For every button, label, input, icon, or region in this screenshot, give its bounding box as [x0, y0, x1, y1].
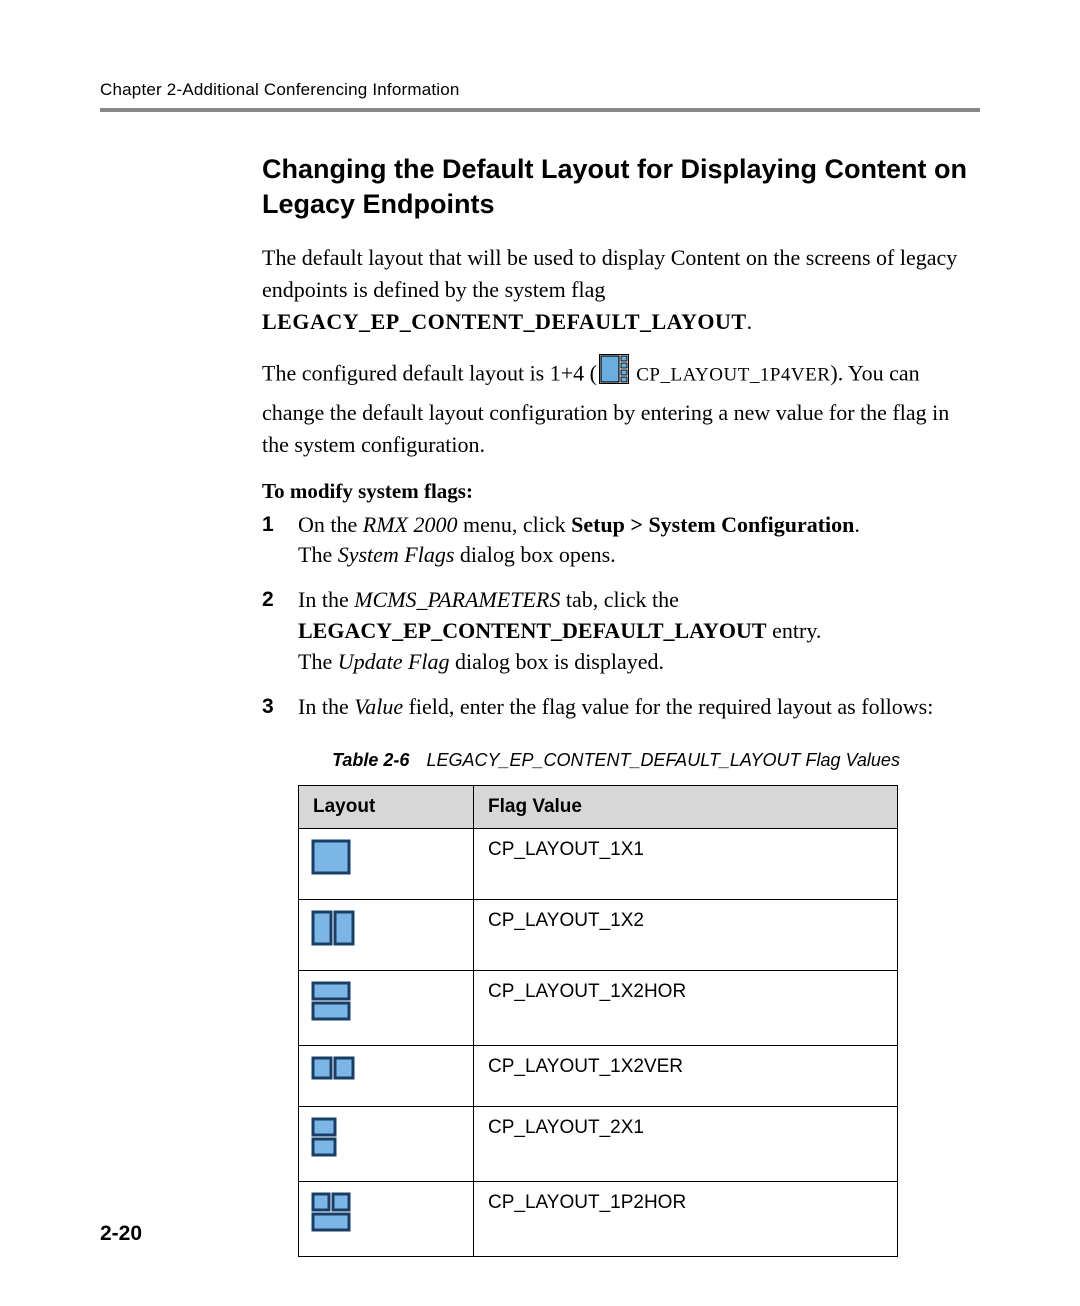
- layout-1x2hor-icon: [311, 1005, 351, 1026]
- layout-cell: [299, 971, 474, 1046]
- page-number: 2-20: [100, 1222, 142, 1246]
- step-2: In the MCMS_PARAMETERS tab, click the LE…: [262, 585, 970, 677]
- s2-text2: tab, click the: [560, 587, 679, 612]
- layout-2x1-icon: [311, 1141, 337, 1162]
- layout-1x1-icon: [311, 859, 351, 880]
- s3-field: Value: [354, 694, 403, 719]
- flag-value-cell: CP_LAYOUT_1X2VER: [474, 1046, 898, 1107]
- flag-values-table: Layout Flag Value CP_LAYOUT_1X1: [298, 785, 898, 1257]
- caption-label: Table 2-6: [332, 750, 409, 770]
- s1-dialog: System Flags: [338, 542, 455, 567]
- s2-text4: The: [298, 649, 338, 674]
- layout-1p2hor-icon: [311, 1216, 351, 1237]
- s1-path: Setup > System Configuration: [571, 512, 854, 537]
- flag-value-cell: CP_LAYOUT_1P2HOR: [474, 1182, 898, 1257]
- layout-cell: [299, 1046, 474, 1107]
- header-rule: [100, 108, 980, 112]
- table-caption: Table 2-6 LEGACY_EP_CONTENT_DEFAULT_LAYO…: [262, 750, 970, 771]
- th-layout: Layout: [299, 786, 474, 829]
- table-row: CP_LAYOUT_1X2HOR: [299, 971, 898, 1046]
- s1-text2: menu, click: [457, 512, 571, 537]
- table-row: CP_LAYOUT_1X2: [299, 900, 898, 971]
- s2-text3: entry.: [767, 618, 822, 643]
- flag-name: LEGACY_EP_CONTENT_DEFAULT_LAYOUT: [262, 309, 747, 334]
- flag-value-cell: CP_LAYOUT_1X2: [474, 900, 898, 971]
- table-row: CP_LAYOUT_1X2VER: [299, 1046, 898, 1107]
- layout-cell: [299, 1107, 474, 1182]
- config-paragraph: The configured default layout is 1+4 ( C…: [262, 354, 970, 461]
- config-code: CP_LAYOUT_1P4VER: [631, 364, 830, 385]
- step-3: In the Value field, enter the flag value…: [262, 692, 970, 723]
- s2-dialog: Update Flag: [338, 649, 450, 674]
- main-content: Changing the Default Layout for Displayi…: [262, 152, 970, 1257]
- running-head: Chapter 2-Additional Conferencing Inform…: [100, 80, 980, 100]
- flag-value-cell: CP_LAYOUT_2X1: [474, 1107, 898, 1182]
- layout-1x2-icon: [311, 930, 355, 951]
- layout-cell: [299, 900, 474, 971]
- config-text-a: The configured default layout is 1+4 (: [262, 360, 597, 385]
- step-1: On the RMX 2000 menu, click Setup > Syst…: [262, 510, 970, 572]
- table-row: CP_LAYOUT_1X1: [299, 829, 898, 900]
- table-row: CP_LAYOUT_2X1: [299, 1107, 898, 1182]
- layout-1p4ver-icon: [599, 354, 629, 393]
- caption-text: LEGACY_EP_CONTENT_DEFAULT_LAYOUT Flag Va…: [426, 750, 899, 770]
- th-flag-value: Flag Value: [474, 786, 898, 829]
- procedure-heading: To modify system flags:: [262, 479, 970, 504]
- table-row: CP_LAYOUT_1P2HOR: [299, 1182, 898, 1257]
- intro-text-b: .: [747, 309, 753, 334]
- s3-text2: field, enter the flag value for the requ…: [403, 694, 933, 719]
- s1-text3: The: [298, 542, 338, 567]
- intro-paragraph: The default layout that will be used to …: [262, 242, 970, 338]
- s1-text4: dialog box opens.: [454, 542, 615, 567]
- s2-text5: dialog box is displayed.: [450, 649, 664, 674]
- flag-value-cell: CP_LAYOUT_1X1: [474, 829, 898, 900]
- s2-tab: MCMS_PARAMETERS: [354, 587, 560, 612]
- s3-text: In the: [298, 694, 354, 719]
- s2-text: In the: [298, 587, 354, 612]
- section-title: Changing the Default Layout for Displayi…: [262, 152, 970, 222]
- s1-text: On the: [298, 512, 363, 537]
- layout-cell: [299, 1182, 474, 1257]
- flag-value-cell: CP_LAYOUT_1X2HOR: [474, 971, 898, 1046]
- s2-entry: LEGACY_EP_CONTENT_DEFAULT_LAYOUT: [298, 618, 767, 643]
- procedure-steps: On the RMX 2000 menu, click Setup > Syst…: [262, 510, 970, 723]
- s1-dot: .: [854, 512, 860, 537]
- intro-text-a: The default layout that will be used to …: [262, 245, 957, 302]
- layout-cell: [299, 829, 474, 900]
- layout-1x2ver-icon: [311, 1064, 355, 1085]
- s1-menu: RMX 2000: [363, 512, 458, 537]
